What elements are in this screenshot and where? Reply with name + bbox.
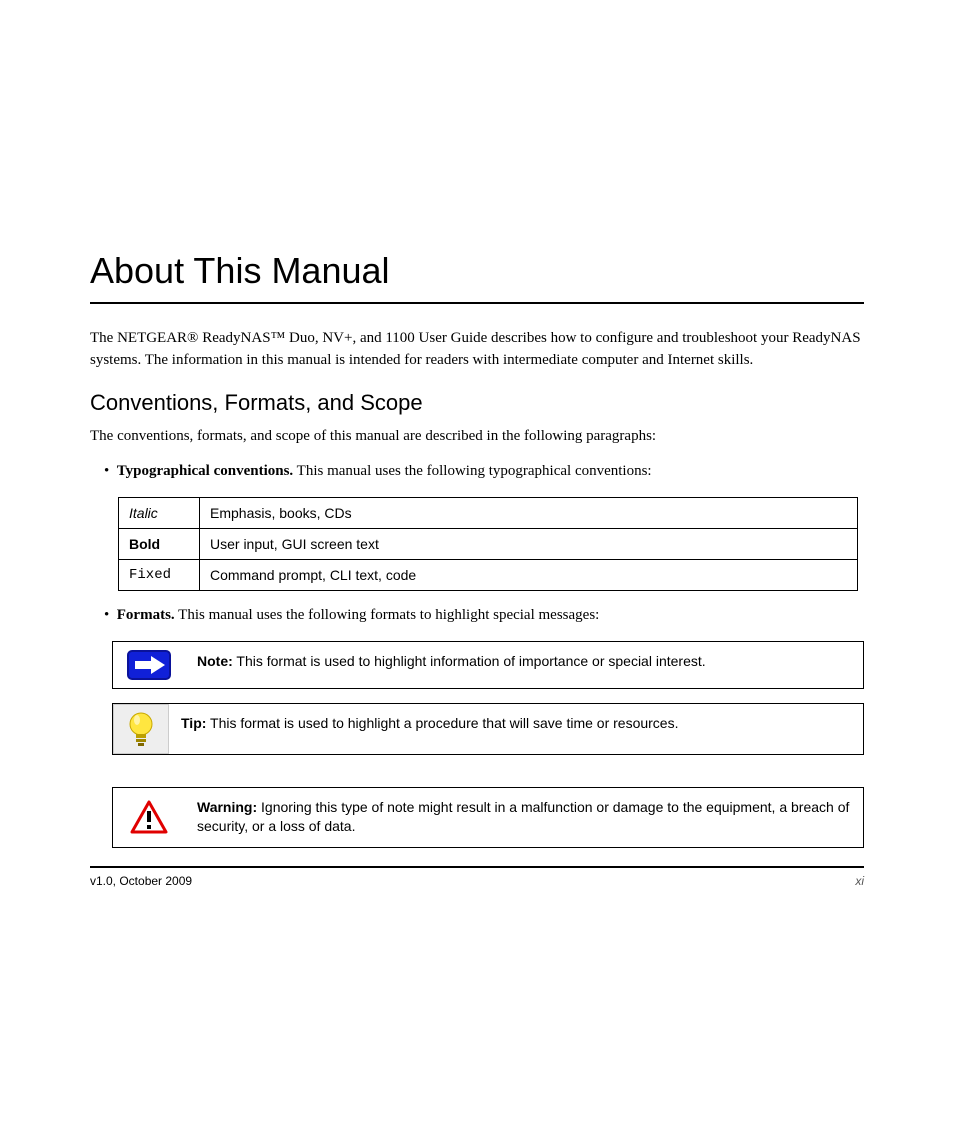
note-label: Note: — [197, 653, 233, 669]
intro-paragraph: The NETGEAR® ReadyNAS™ Duo, NV+, and 110… — [90, 328, 864, 372]
tip-text: Tip: This format is used to highlight a … — [169, 704, 863, 754]
lightbulb-icon — [113, 704, 169, 754]
table-row: Bold User input, GUI screen text — [119, 529, 858, 560]
typo-rest: This manual uses the following typograph… — [293, 463, 651, 479]
typographical-intro: • Typographical conventions. This manual… — [104, 461, 864, 483]
note-body: This format is used to highlight informa… — [233, 653, 706, 669]
page-footer: v1.0, October 2009 xi — [90, 874, 864, 888]
table-row: Fixed Command prompt, CLI text, code — [119, 560, 858, 591]
section-heading-conventions: Conventions, Formats, and Scope — [90, 390, 864, 416]
desc-cell: Emphasis, books, CDs — [200, 498, 858, 529]
warning-label: Warning: — [197, 799, 257, 815]
arrow-icon — [113, 642, 185, 688]
conventions-lead: The conventions, formats, and scope of t… — [90, 426, 864, 448]
warning-icon — [113, 788, 185, 847]
note-text: Note: This format is used to highlight i… — [185, 642, 863, 688]
typographical-table: Italic Emphasis, books, CDs Bold User in… — [118, 497, 858, 591]
formats-rest: This manual uses the following formats t… — [175, 607, 600, 623]
desc-cell: User input, GUI screen text — [200, 529, 858, 560]
footer-left: v1.0, October 2009 — [90, 874, 192, 888]
typo-label: Typographical conventions. — [117, 463, 293, 479]
style-cell: Italic — [119, 498, 200, 529]
tip-label: Tip: — [181, 715, 206, 731]
footer-right: xi — [855, 874, 864, 888]
formats-label: Formats. — [117, 607, 175, 623]
tip-body: This format is used to highlight a proce… — [206, 715, 678, 731]
footer-rule — [90, 866, 864, 868]
title-rule — [90, 302, 864, 304]
formats-intro: • Formats. This manual uses the followin… — [104, 605, 864, 627]
warning-body: Ignoring this type of note might result … — [197, 799, 849, 835]
warning-text: Warning: Ignoring this type of note migh… — [185, 788, 863, 847]
note-callout: Note: This format is used to highlight i… — [112, 641, 864, 689]
table-row: Italic Emphasis, books, CDs — [119, 498, 858, 529]
style-cell: Fixed — [119, 560, 200, 591]
style-cell: Bold — [119, 529, 200, 560]
tip-callout: Tip: This format is used to highlight a … — [112, 703, 864, 755]
desc-cell: Command prompt, CLI text, code — [200, 560, 858, 591]
warning-callout: Warning: Ignoring this type of note migh… — [112, 787, 864, 848]
page: About This Manual The NETGEAR® ReadyNAS™… — [0, 0, 954, 1145]
page-title: About This Manual — [90, 250, 864, 292]
